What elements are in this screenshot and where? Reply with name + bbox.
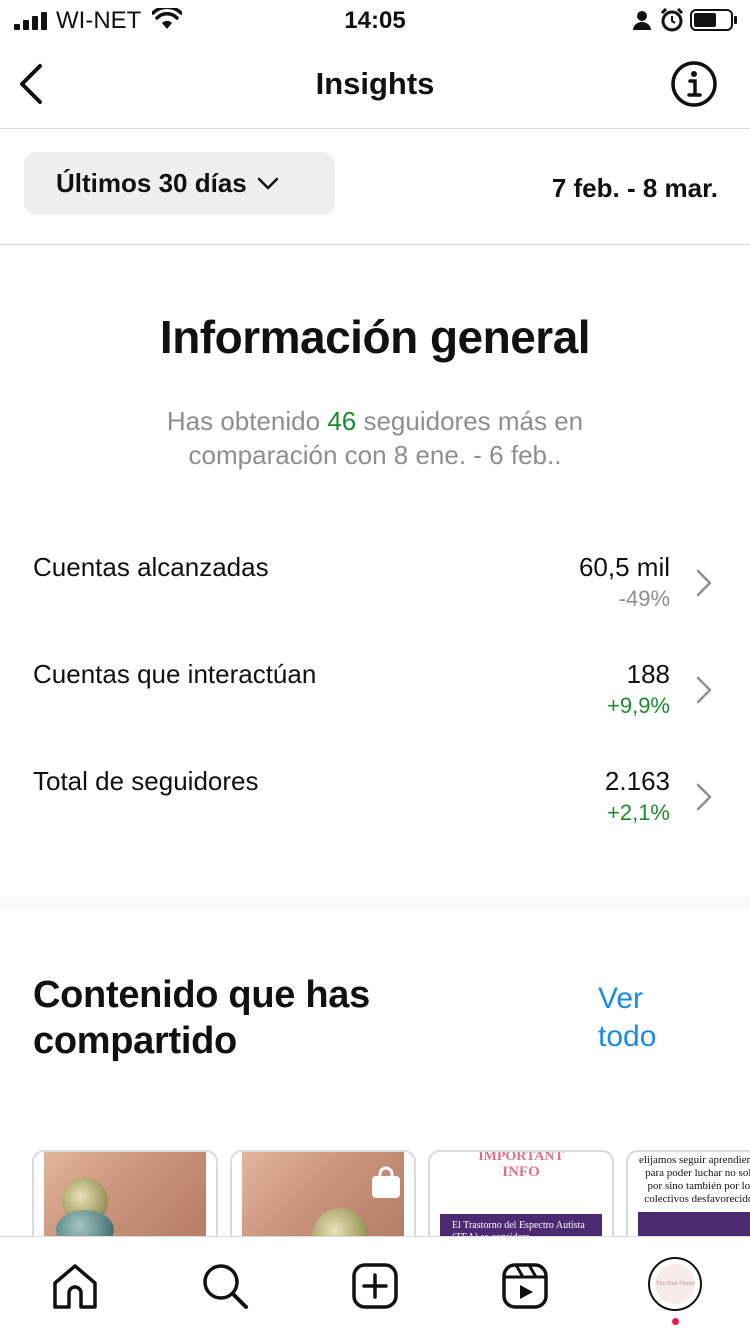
status-bar: WI-NET 14:05 bbox=[0, 0, 750, 42]
search-icon[interactable] bbox=[200, 1261, 250, 1311]
chevron-right-icon bbox=[696, 676, 712, 704]
home-icon[interactable] bbox=[50, 1261, 100, 1311]
top-navigation-bar: Insights bbox=[0, 42, 750, 129]
chevron-down-icon bbox=[257, 177, 278, 189]
earring-disc bbox=[312, 1208, 368, 1236]
metric-label: Cuentas alcanzadas bbox=[33, 552, 269, 582]
chevron-right-icon bbox=[696, 783, 712, 811]
person-icon bbox=[633, 11, 651, 30]
post-thumbnail[interactable] bbox=[230, 1150, 416, 1236]
chevron-right-icon bbox=[696, 569, 712, 597]
metric-value: 188 bbox=[626, 659, 670, 689]
summary-text-before: Has obtenido bbox=[166, 406, 328, 436]
shopping-bag-icon bbox=[372, 1166, 400, 1198]
date-range-label: Últimos 30 días bbox=[56, 168, 247, 198]
content-thumbnails: IMPORTANT INFO El Trastorno del Espectro… bbox=[0, 1150, 750, 1236]
section-divider bbox=[0, 896, 750, 910]
metric-label: Cuentas que interactúan bbox=[33, 659, 317, 689]
bottom-tab-bar: The Pink Planet bbox=[0, 1236, 750, 1334]
notification-dot bbox=[672, 1318, 679, 1325]
post-thumbnail[interactable] bbox=[32, 1150, 218, 1236]
overview-title: Información general bbox=[159, 311, 591, 363]
metric-change: -49% bbox=[618, 586, 670, 611]
page-title: Insights bbox=[315, 66, 435, 101]
metric-change: +2,1% bbox=[607, 800, 670, 825]
reels-icon[interactable] bbox=[500, 1261, 550, 1311]
date-range-text: 7 feb. - 8 mar. bbox=[551, 173, 718, 203]
metric-label: Total de seguidores bbox=[33, 766, 259, 796]
date-range-dropdown[interactable]: Últimos 30 días bbox=[24, 152, 335, 215]
follower-gain-count: 46 bbox=[327, 406, 357, 436]
post-thumbnail[interactable]: IMPORTANT INFO El Trastorno del Espectro… bbox=[428, 1150, 614, 1236]
metric-value: 2.163 bbox=[604, 766, 670, 796]
overview-summary: Has obtenido 46 seguidores más en compar… bbox=[100, 404, 650, 472]
metric-change: +9,9% bbox=[607, 693, 670, 718]
date-filter-row: Últimos 30 días 7 feb. - 8 mar. bbox=[0, 129, 750, 245]
metric-value: 60,5 mil bbox=[578, 552, 670, 582]
earring-photo bbox=[44, 1152, 206, 1236]
profile-tab-avatar[interactable]: The Pink Planet bbox=[648, 1257, 702, 1311]
battery-icon bbox=[690, 9, 737, 31]
post-body-text: El Trastorno del Espectro Autista (TEA) … bbox=[452, 1220, 585, 1236]
avatar: The Pink Planet bbox=[655, 1264, 695, 1304]
metric-row-accounts-engaged[interactable]: Cuentas que interactúan 188 +9,9% bbox=[0, 659, 750, 759]
metric-row-accounts-reached[interactable]: Cuentas alcanzadas 60,5 mil -49% bbox=[0, 552, 750, 652]
post-heading: INFO bbox=[502, 1164, 540, 1180]
post-thumbnail[interactable]: elijamos seguir aprendiendo para poder l… bbox=[626, 1150, 750, 1236]
create-post-icon[interactable] bbox=[350, 1261, 400, 1311]
metric-row-total-followers[interactable]: Total de seguidores 2.163 +2,1% bbox=[0, 766, 750, 866]
post-banner bbox=[638, 1212, 750, 1236]
post-body-text: elijamos seguir aprendiendo para poder l… bbox=[638, 1154, 750, 1205]
see-all-link[interactable]: Ver todo bbox=[598, 980, 698, 1056]
info-icon[interactable] bbox=[670, 60, 718, 108]
earring-stone bbox=[56, 1210, 114, 1236]
post-heading: IMPORTANT bbox=[478, 1150, 564, 1164]
content-section-title: Contenido que has compartido bbox=[33, 974, 370, 1062]
avatar-logo-text: The Pink Planet bbox=[655, 1280, 695, 1287]
alarm-clock-icon bbox=[660, 8, 684, 32]
